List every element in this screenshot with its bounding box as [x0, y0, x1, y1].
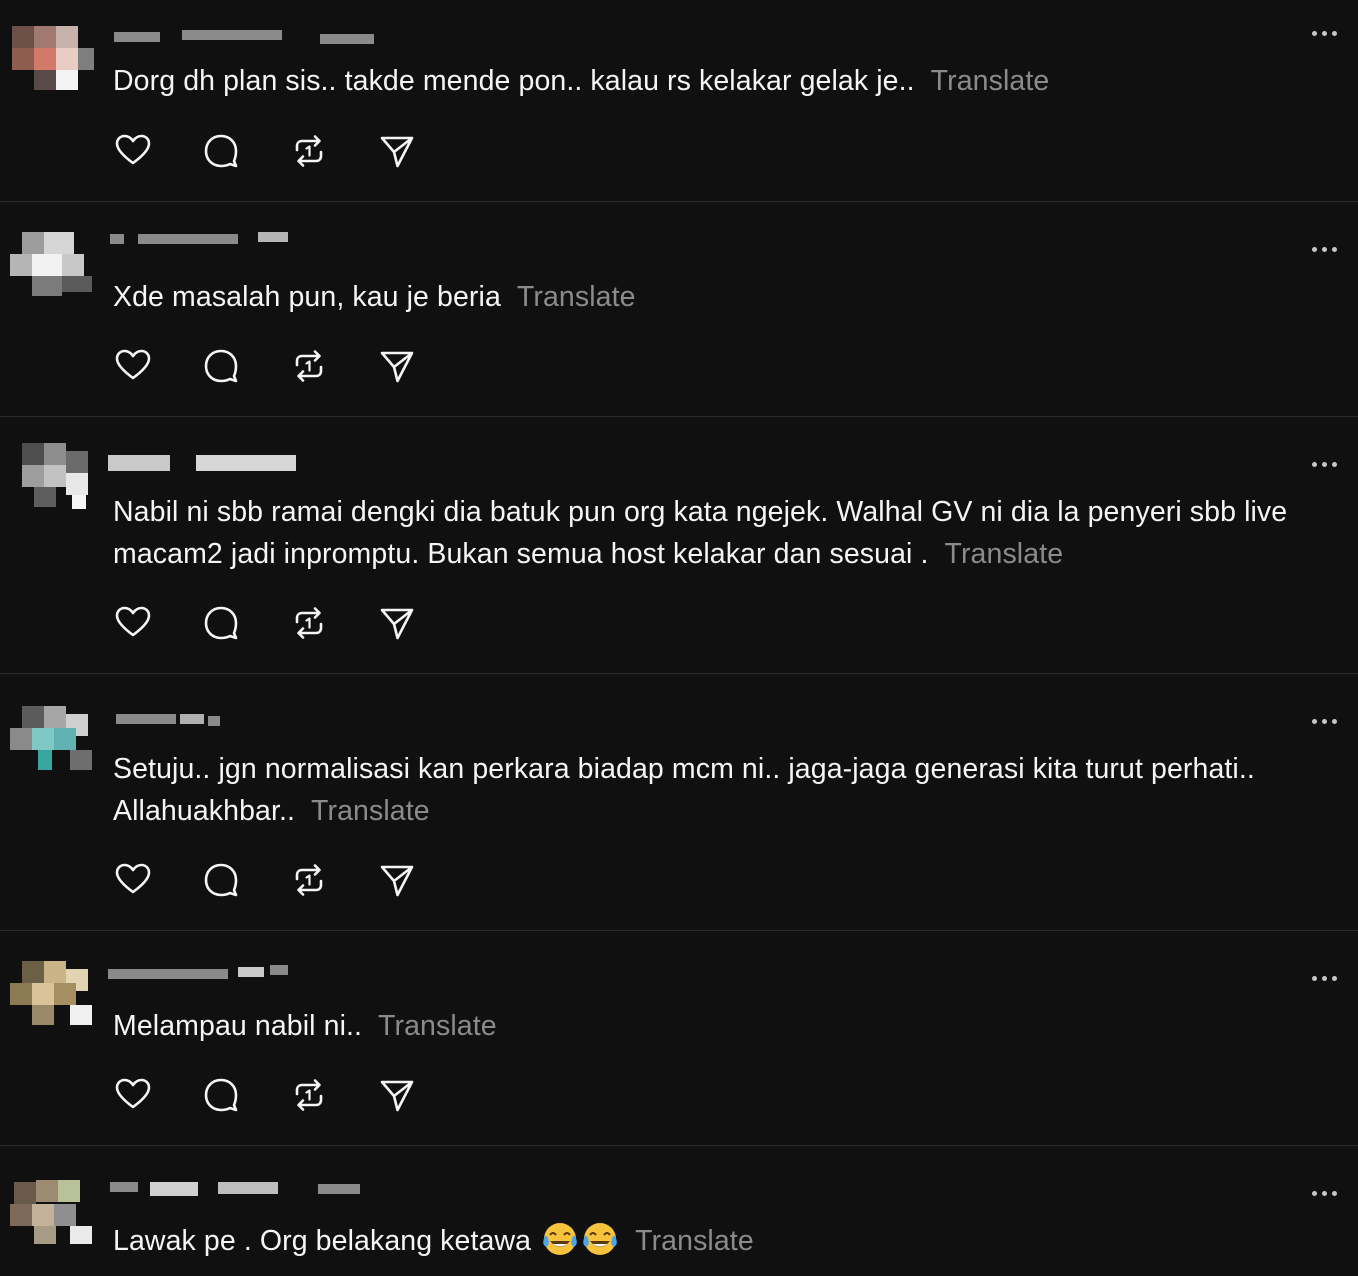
- more-options-button[interactable]: [1310, 714, 1340, 728]
- avatar[interactable]: [10, 1176, 98, 1244]
- avatar[interactable]: [10, 957, 98, 1025]
- share-button[interactable]: [376, 345, 418, 387]
- repost-button[interactable]: [288, 859, 330, 901]
- action-bar: [112, 859, 432, 901]
- replies-feed: Dorg dh plan sis.. takde mende pon.. kal…: [0, 0, 1358, 1276]
- translate-link[interactable]: Translate: [311, 795, 430, 827]
- like-button[interactable]: [112, 1074, 154, 1116]
- like-button[interactable]: [112, 859, 154, 901]
- translate-link[interactable]: Translate: [378, 1010, 497, 1042]
- username-pixelated[interactable]: [108, 26, 388, 52]
- reply-text: Setuju.. jgn normalisasi kan perkara bia…: [113, 748, 1338, 832]
- paper-plane-icon: [380, 865, 414, 897]
- speech-bubble-icon: [204, 349, 238, 383]
- repost-button[interactable]: [288, 130, 330, 172]
- username-pixelated[interactable]: [108, 451, 388, 477]
- reply-button[interactable]: [200, 1074, 242, 1116]
- tears-of-joy-emoji-icon: [543, 1223, 577, 1255]
- repost-button[interactable]: [288, 602, 330, 644]
- reply-text: Lawak pe . Org belakang ketawa Translate: [113, 1220, 1338, 1262]
- reply-post: Dorg dh plan sis.. takde mende pon.. kal…: [0, 0, 1358, 202]
- repost-arrows-icon: [295, 135, 323, 167]
- reply-text: Nabil ni sbb ramai dengki dia batuk pun …: [113, 491, 1338, 575]
- more-options-button[interactable]: [1310, 26, 1340, 40]
- reply-text-content: Nabil ni sbb ramai dengki dia batuk pun …: [113, 496, 1288, 570]
- action-bar: [112, 345, 432, 387]
- reply-post: Melampau nabil ni.. Translate: [0, 931, 1358, 1146]
- reply-button[interactable]: [200, 602, 242, 644]
- heart-icon: [115, 606, 151, 637]
- speech-bubble-icon: [204, 134, 238, 168]
- paper-plane-icon: [380, 608, 414, 640]
- reply-text: Xde masalah pun, kau je beria Translate: [113, 276, 1338, 318]
- repost-arrows-icon: [295, 1079, 323, 1111]
- translate-link[interactable]: Translate: [931, 65, 1050, 97]
- reply-post: Nabil ni sbb ramai dengki dia batuk pun …: [0, 417, 1358, 674]
- reply-post: Lawak pe . Org belakang ketawa Translate: [0, 1146, 1358, 1276]
- username-pixelated[interactable]: [108, 961, 388, 987]
- share-button[interactable]: [376, 602, 418, 644]
- translate-link[interactable]: Translate: [635, 1225, 754, 1257]
- repost-arrows-icon: [295, 607, 323, 639]
- translate-link[interactable]: Translate: [945, 538, 1064, 570]
- laughing-emoji: [539, 1220, 619, 1262]
- share-button[interactable]: [376, 859, 418, 901]
- translate-link[interactable]: Translate: [517, 281, 636, 313]
- avatar[interactable]: [10, 228, 98, 296]
- speech-bubble-icon: [204, 1078, 238, 1112]
- more-options-button[interactable]: [1310, 457, 1340, 471]
- avatar[interactable]: [10, 24, 98, 92]
- heart-icon: [115, 134, 151, 165]
- share-button[interactable]: [376, 1074, 418, 1116]
- username-pixelated[interactable]: [108, 706, 388, 732]
- repost-button[interactable]: [288, 345, 330, 387]
- tears-of-joy-emoji-icon: [583, 1223, 617, 1255]
- repost-arrows-icon: [295, 864, 323, 896]
- reply-button[interactable]: [200, 345, 242, 387]
- reply-text: Melampau nabil ni.. Translate: [113, 1005, 1338, 1047]
- reply-text-content: Xde masalah pun, kau je beria: [113, 281, 501, 313]
- speech-bubble-icon: [204, 863, 238, 897]
- action-bar: [112, 130, 432, 172]
- username-pixelated[interactable]: [108, 1176, 388, 1202]
- reply-post: Setuju.. jgn normalisasi kan perkara bia…: [0, 674, 1358, 931]
- heart-icon: [115, 349, 151, 380]
- paper-plane-icon: [380, 136, 414, 168]
- heart-icon: [115, 1078, 151, 1109]
- share-button[interactable]: [376, 130, 418, 172]
- paper-plane-icon: [380, 351, 414, 383]
- like-button[interactable]: [112, 602, 154, 644]
- repost-arrows-icon: [295, 350, 323, 382]
- like-button[interactable]: [112, 130, 154, 172]
- reply-text-content: Melampau nabil ni..: [113, 1010, 363, 1042]
- paper-plane-icon: [380, 1080, 414, 1112]
- reply-text-content: Dorg dh plan sis.. takde mende pon.. kal…: [113, 65, 915, 97]
- reply-text-content: Lawak pe . Org belakang ketawa: [113, 1225, 532, 1257]
- more-options-button[interactable]: [1310, 971, 1340, 985]
- reply-text-content: Setuju.. jgn normalisasi kan perkara bia…: [113, 753, 1255, 827]
- avatar[interactable]: [10, 702, 98, 770]
- reply-button[interactable]: [200, 859, 242, 901]
- action-bar: [112, 1074, 432, 1116]
- more-options-button[interactable]: [1310, 1186, 1340, 1200]
- action-bar: [112, 602, 432, 644]
- more-options-button[interactable]: [1310, 242, 1340, 256]
- repost-button[interactable]: [288, 1074, 330, 1116]
- reply-post: Xde masalah pun, kau je beria Translate: [0, 202, 1358, 417]
- reply-text: Dorg dh plan sis.. takde mende pon.. kal…: [113, 60, 1338, 102]
- heart-icon: [115, 863, 151, 894]
- username-pixelated[interactable]: [108, 226, 388, 252]
- reply-button[interactable]: [200, 130, 242, 172]
- like-button[interactable]: [112, 345, 154, 387]
- avatar[interactable]: [10, 441, 98, 509]
- speech-bubble-icon: [204, 606, 238, 640]
